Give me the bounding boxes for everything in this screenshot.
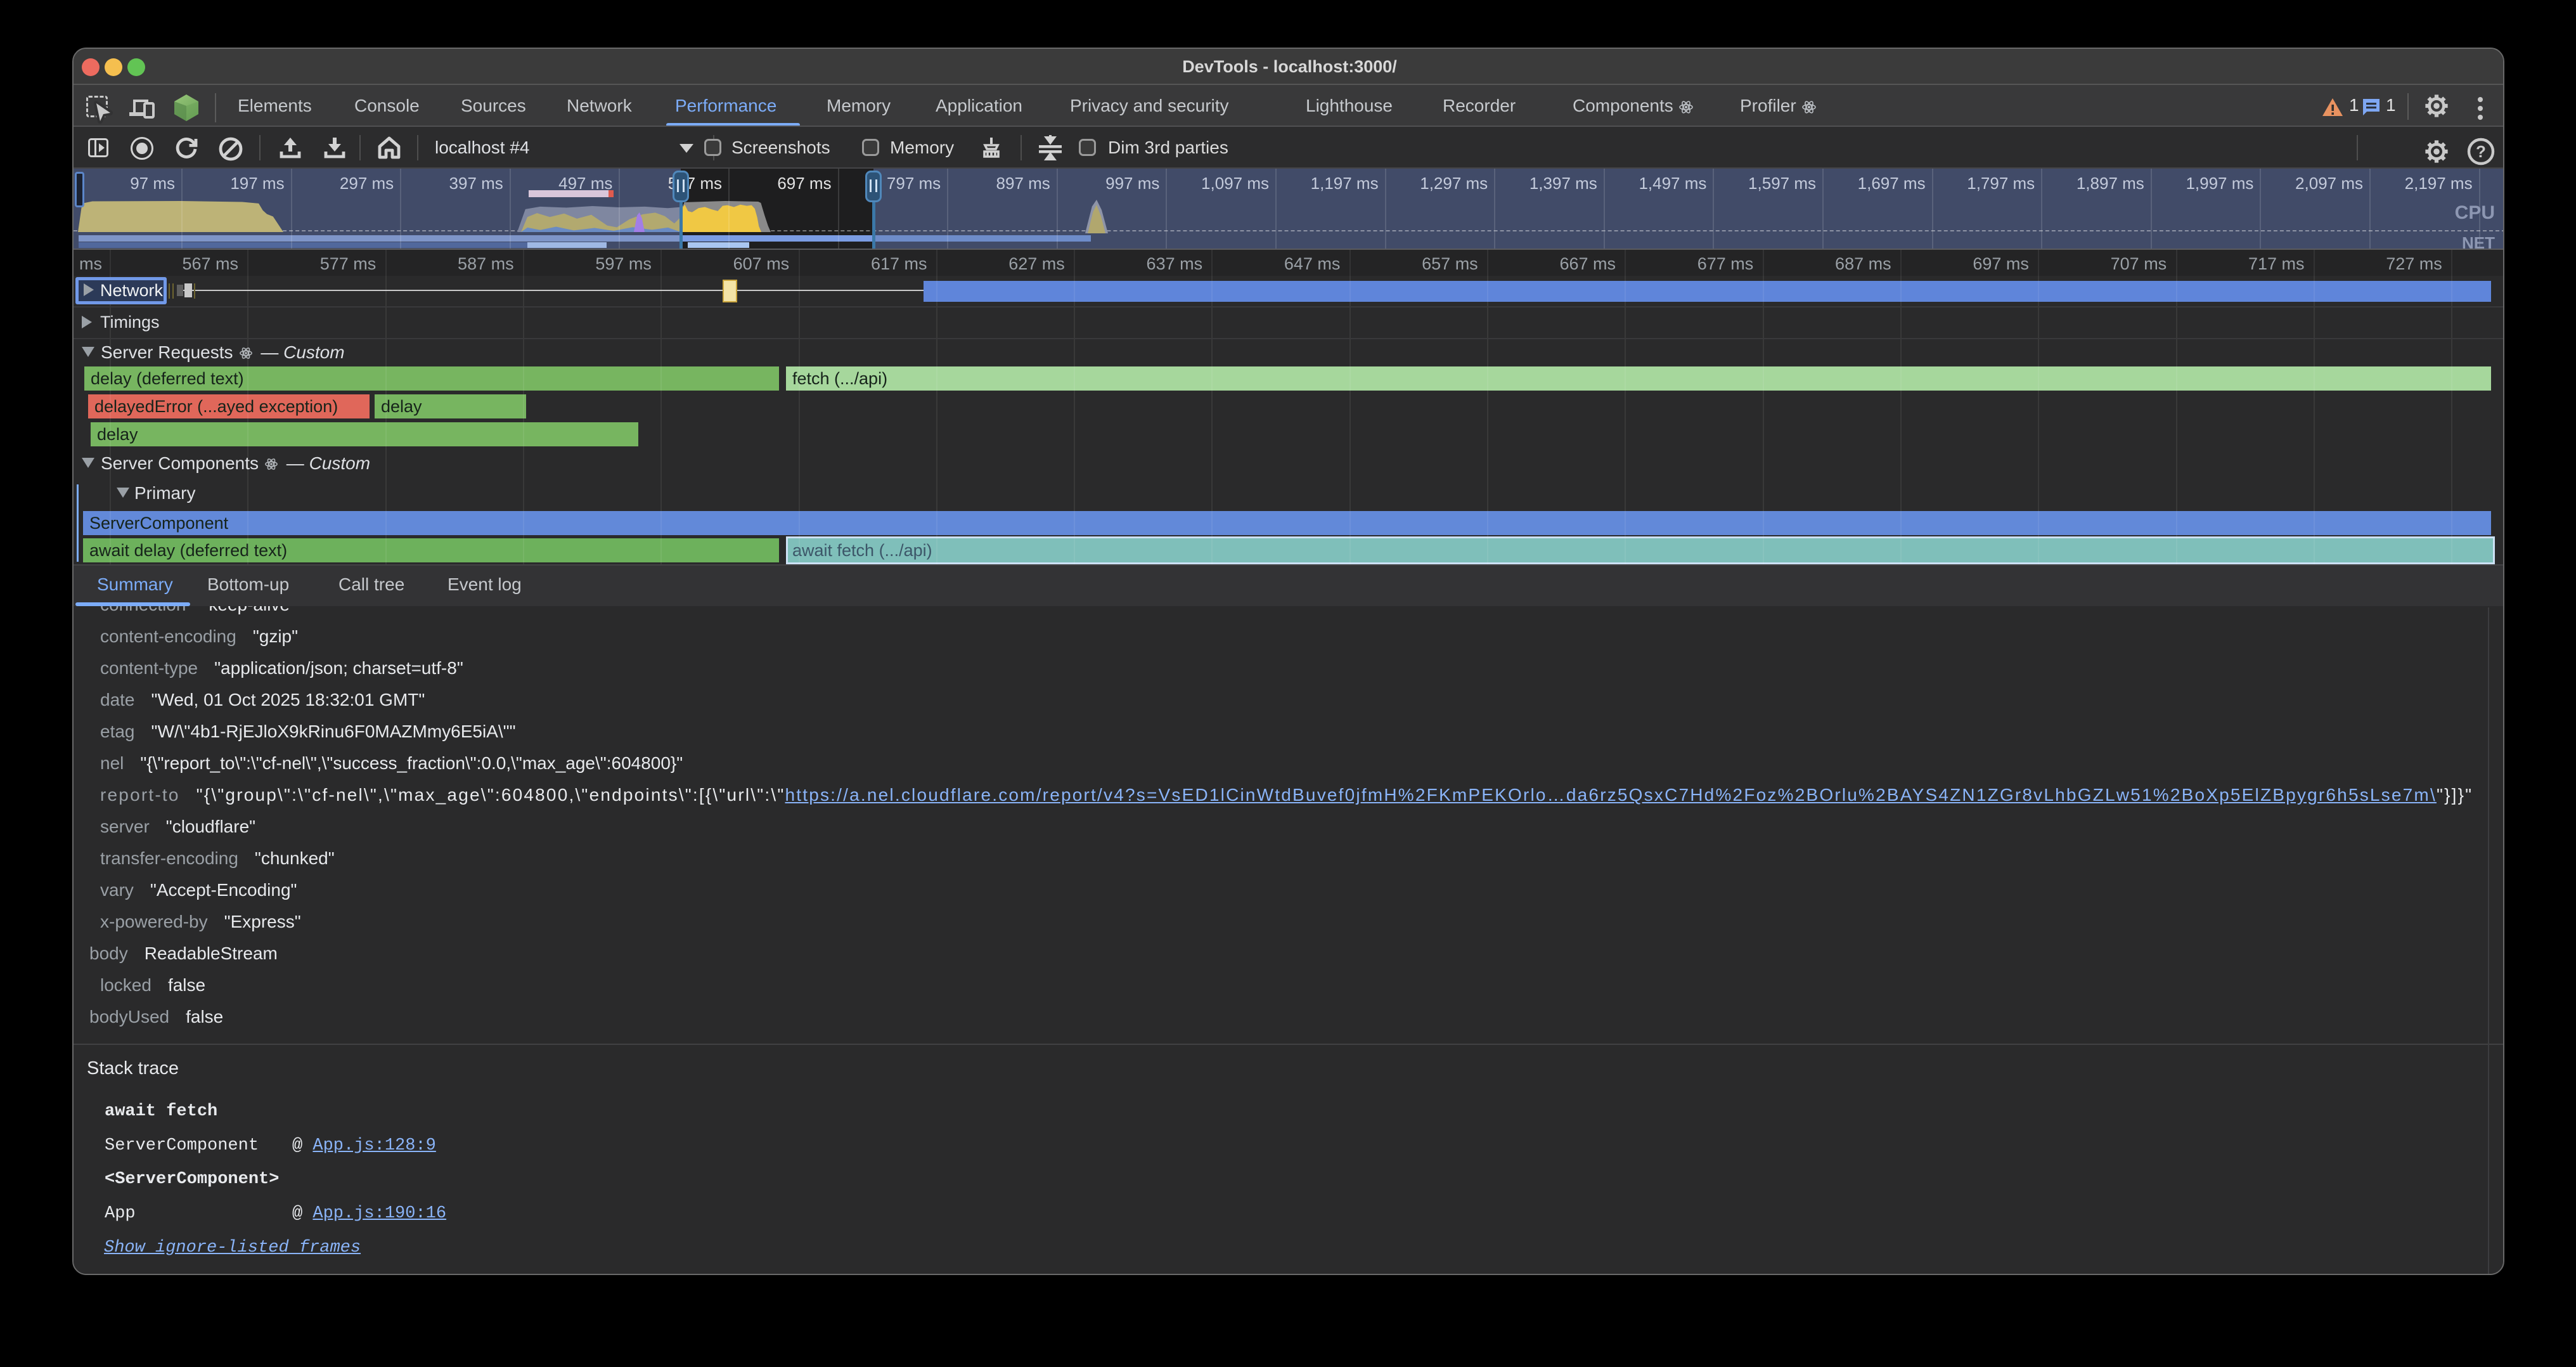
svg-text:?: ?	[2476, 142, 2486, 161]
